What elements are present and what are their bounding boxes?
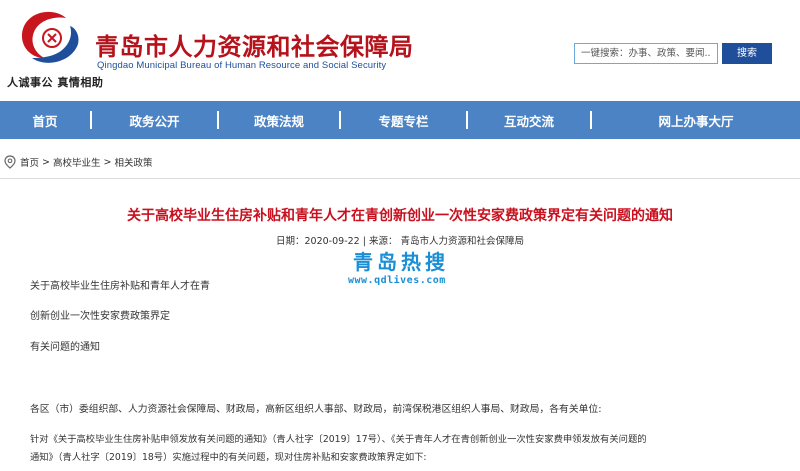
bureau-logo-icon[interactable] (14, 8, 84, 68)
breadcrumb-home[interactable]: 首页 (20, 155, 39, 169)
slogan: 人诚事公 真情相助 (7, 76, 104, 89)
site-title[interactable]: 青岛市人力资源和社会保障局 (95, 27, 414, 62)
breadcrumb-policies[interactable]: 相关政策 (114, 155, 152, 169)
article-body-line: 针对《关于高校毕业生住房补贴申领发放有关问题的通知》（青人社字〔2019〕17号… (30, 434, 647, 445)
breadcrumb-separator: > (103, 156, 112, 168)
divider (0, 178, 800, 179)
search-input[interactable] (574, 43, 718, 64)
article-meta: 日期：2020-09-22 | 来源： 青岛市人力资源和社会保障局 (276, 236, 524, 247)
article-heading-line: 有关问题的通知 (30, 342, 100, 353)
nav-item-online-services[interactable]: 网上办事大厅 (592, 101, 800, 139)
search-button[interactable]: 搜索 (722, 43, 772, 64)
nav-item-policies[interactable]: 政策法规 (219, 101, 339, 139)
location-pin-icon (4, 155, 16, 169)
article-heading-line: 创新创业一次性安家费政策界定 (30, 311, 170, 322)
article-heading-line: 关于高校毕业生住房补贴和青年人才在青 (30, 281, 210, 292)
site-subtitle: Qingdao Municipal Bureau of Human Resour… (97, 60, 387, 71)
main-nav: 首页 政务公开 政策法规 专题专栏 互动交流 网上办事大厅 (0, 101, 800, 139)
breadcrumb-separator: > (42, 156, 50, 168)
breadcrumb: 首页 > 高校毕业生 > 相关政策 (4, 154, 152, 170)
breadcrumb-graduates[interactable]: 高校毕业生 (53, 155, 101, 169)
nav-item-topics[interactable]: 专题专栏 (341, 101, 466, 139)
article-title: 关于高校毕业生住房补贴和青年人才在青创新创业一次性安家费政策界定有关问题的通知 (127, 208, 673, 224)
site-header: 人诚事公 真情相助 青岛市人力资源和社会保障局 Qingdao Municipa… (0, 0, 800, 96)
nav-item-home[interactable]: 首页 (0, 101, 90, 139)
watermark-url: www.qdlives.com (348, 275, 446, 286)
article-recipients: 各区（市）委组织部、人力资源社会保障局、财政局，高新区组织人事部、财政局，前湾保… (30, 404, 602, 415)
article-body-line: 通知》（青人社字〔2019〕18号）实施过程中的有关问题，现对住房补贴和安家费政… (30, 452, 427, 463)
nav-item-government-affairs[interactable]: 政务公开 (92, 101, 217, 139)
nav-item-interaction[interactable]: 互动交流 (468, 101, 590, 139)
watermark-text: 青岛热搜 (353, 250, 449, 274)
